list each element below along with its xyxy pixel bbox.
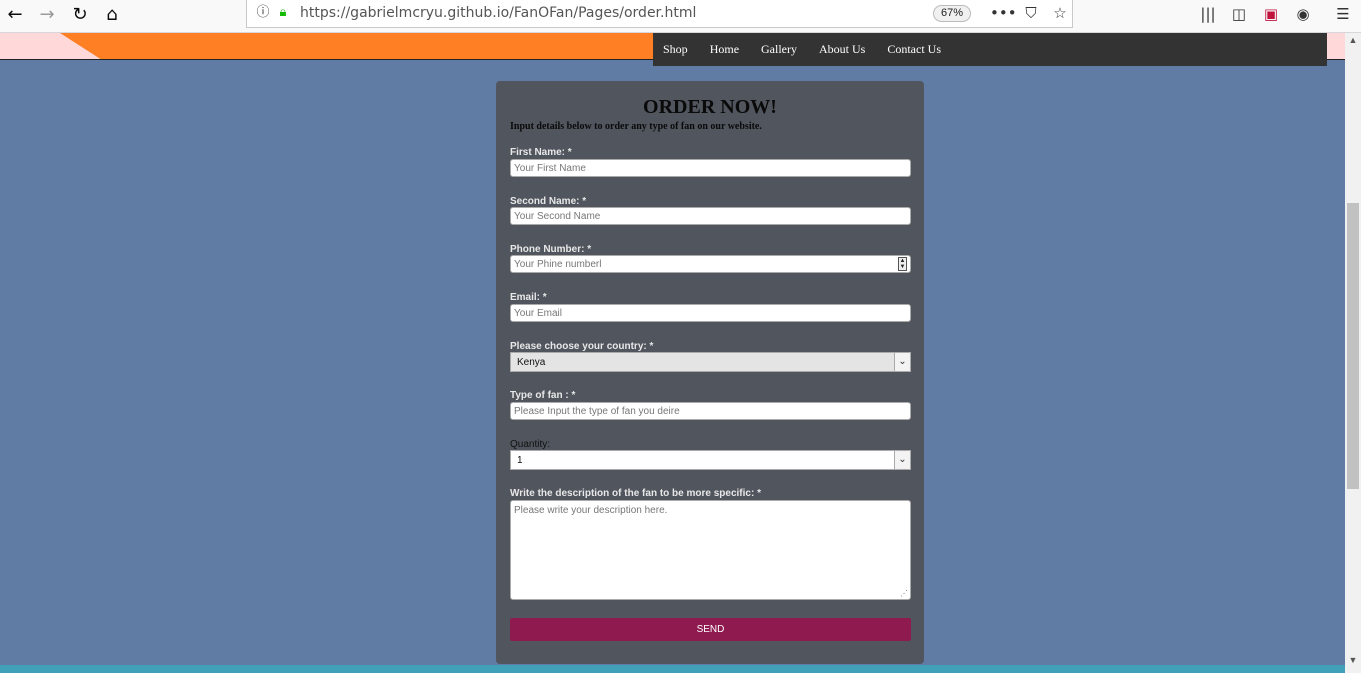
- fan-type-input[interactable]: Please Input the type of fan you deire: [510, 402, 911, 420]
- back-icon[interactable]: ←: [2, 3, 28, 27]
- url-text[interactable]: https://gabrielmcryu.github.io/FanOFan/P…: [300, 5, 696, 21]
- forward-icon[interactable]: →: [34, 3, 60, 27]
- scroll-down-icon[interactable]: ▼: [1345, 655, 1361, 669]
- os-taskbar: [0, 665, 1345, 673]
- nav-home[interactable]: Home: [710, 42, 739, 57]
- sidebar-icon[interactable]: ◫: [1227, 3, 1251, 25]
- country-label: Please choose your country: *: [510, 341, 654, 352]
- second-name-input[interactable]: Your Second Name: [510, 207, 911, 225]
- fan-type-label: Type of fan : *: [510, 390, 576, 401]
- nav-contact-us[interactable]: Contact Us: [887, 42, 941, 57]
- scrollbar-thumb[interactable]: [1347, 203, 1359, 489]
- country-select[interactable]: Kenya ⌄: [510, 352, 911, 372]
- lock-icon: 🔒︎: [279, 5, 287, 20]
- reload-icon[interactable]: ↻: [67, 3, 93, 27]
- first-name-label: First Name: *: [510, 147, 572, 158]
- url-bar[interactable]: ⓘ 🔒︎ https://gabrielmcryu.github.io/FanO…: [246, 0, 1073, 28]
- nav-gallery[interactable]: Gallery: [761, 42, 797, 57]
- form-subtitle: Input details below to order any type of…: [510, 121, 762, 132]
- chevron-down-icon[interactable]: ⌄: [894, 353, 910, 371]
- zoom-indicator[interactable]: 67%: [933, 5, 971, 22]
- bookmark-star-icon[interactable]: ☆: [1048, 2, 1072, 24]
- description-placeholder: Please write your description here.: [514, 505, 668, 516]
- first-name-input[interactable]: Your First Name: [510, 159, 911, 177]
- extension-icon[interactable]: ▣: [1259, 3, 1283, 25]
- more-icon[interactable]: •••: [990, 2, 1017, 24]
- browser-toolbar: ← → ↻ ⌂ ⓘ 🔒︎ https://gabrielmcryu.github…: [0, 0, 1361, 33]
- phone-label: Phone Number: *: [510, 244, 592, 255]
- pocket-icon[interactable]: ⛉: [1019, 2, 1043, 24]
- email-label: Email: *: [510, 292, 547, 303]
- send-button[interactable]: SEND: [510, 618, 911, 641]
- email-input[interactable]: Your Email: [510, 304, 911, 322]
- menu-icon[interactable]: ☰: [1331, 3, 1355, 25]
- form-title: ORDER NOW!: [643, 96, 777, 118]
- description-label: Write the description of the fan to be m…: [510, 488, 761, 499]
- phone-input[interactable]: Your Phine numberl ▲ ▼: [510, 255, 911, 273]
- nav-shop[interactable]: Shop: [663, 42, 688, 57]
- description-textarea[interactable]: Please write your description here. ⋰: [510, 500, 911, 600]
- country-selected-value: Kenya: [517, 357, 546, 368]
- nav-about-us[interactable]: About Us: [819, 42, 865, 57]
- quantity-selected-value: 1: [517, 455, 523, 466]
- phone-placeholder: Your Phine numberl: [514, 259, 602, 270]
- page-scrollbar[interactable]: ▲ ▼: [1345, 33, 1361, 673]
- account-icon[interactable]: ◉: [1291, 3, 1315, 25]
- quantity-select[interactable]: 1 ⌄: [510, 450, 911, 470]
- second-name-label: Second Name: *: [510, 196, 587, 207]
- library-icon[interactable]: |||: [1196, 3, 1220, 25]
- resize-grip-icon[interactable]: ⋰: [900, 589, 908, 598]
- quantity-label: Quantity:: [510, 439, 551, 450]
- order-form: ORDER NOW! Input details below to order …: [496, 81, 924, 664]
- scroll-up-icon[interactable]: ▲: [1345, 35, 1361, 49]
- number-spinner-icon[interactable]: ▲ ▼: [898, 257, 907, 271]
- site-nav: Shop Home Gallery About Us Contact Us: [653, 33, 1327, 66]
- chevron-down-icon[interactable]: ⌄: [894, 451, 910, 469]
- home-icon[interactable]: ⌂: [99, 3, 125, 27]
